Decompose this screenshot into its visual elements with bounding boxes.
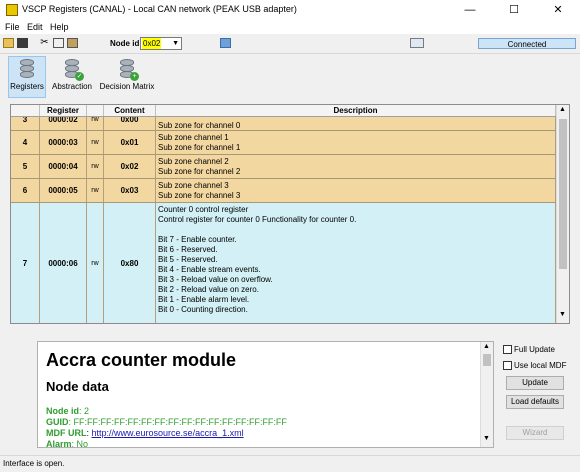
scroll-thumb[interactable] [483,354,491,366]
node-id-line: Node id: 2 [46,406,89,416]
update-button[interactable]: Update [506,376,564,390]
connection-status: Connected [478,38,576,49]
module-title: Accra counter module [46,350,237,370]
decision-matrix-view-button[interactable]: + Decision Matrix [98,58,156,91]
menu-file[interactable]: File [5,22,20,32]
node-id-value: 0x02 [142,38,162,49]
row-index: 6 [11,179,40,202]
row-index: 5 [11,155,40,178]
scroll-up-icon[interactable]: ▲ [483,343,490,350]
row-access: rw [87,179,104,202]
row-content[interactable]: 0x80 [104,203,156,323]
guid-val: : FF:FF:FF:FF:FF:FF:FF:FF:FF:FF:FF:FF:FF… [68,417,287,427]
node-data-heading: Node data [46,379,109,394]
abstraction-view-button[interactable]: ✓ Abstraction [50,58,94,91]
row-description: Sub zone channel 1 Sub zone for channel … [156,131,556,154]
node-id-key: Node id [46,406,79,416]
guid-key: GUID [46,417,69,427]
registers-view-button[interactable]: Registers [10,58,44,91]
row-content[interactable]: 0x02 [104,155,156,178]
app-icon [6,4,18,16]
alarm-key: Alarm [46,439,72,448]
alarm-line: Alarm: No [46,439,89,448]
row-register: 0000:05 [40,179,87,202]
table-row[interactable]: 6 0000:05 rw 0x03 Sub zone channel 3 Sub… [11,179,556,203]
table-scrollbar[interactable]: ▲ ▼ [556,105,569,323]
cut-icon[interactable]: ✂ [39,38,50,48]
load-defaults-button[interactable]: Load defaults [506,395,564,409]
info-panel: Accra counter module Node data Node id: … [37,341,494,448]
row-access: rw [87,203,104,323]
scroll-down-icon[interactable]: ▼ [483,435,490,442]
register-table: Register Content Description 3 0000:02 r… [10,104,570,324]
table-row[interactable]: 7 0000:06 rw 0x80 Counter 0 control regi… [11,203,556,323]
mdf-link[interactable]: http://www.eurosource.se/accra_1.xml [92,428,244,438]
row-access: rw [87,155,104,178]
node-id-val: : 2 [79,406,90,416]
row-register: 0000:04 [40,155,87,178]
row-description: Sub zone channel 2 Sub zone for channel … [156,155,556,178]
row-description: Sub zone channel 3 Sub zone for channel … [156,179,556,202]
row-index: 7 [11,203,40,323]
use-local-mdf-checkbox[interactable] [503,361,512,370]
row-content[interactable]: 0x01 [104,131,156,154]
close-button[interactable]: ✕ [536,0,580,20]
node-id-select[interactable]: 0x02 ▼ [140,37,182,50]
row-register: 0000:03 [40,131,87,154]
row-register: 0000:06 [40,203,87,323]
full-update-label: Full Update [514,345,555,354]
menu-edit[interactable]: Edit [27,22,43,32]
mdf-line: MDF URL: http://www.eurosource.se/accra_… [46,428,244,438]
abstraction-icon: ✓ [62,58,84,81]
open-icon[interactable] [3,38,14,48]
row-access: rw [87,131,104,154]
search-icon[interactable] [410,38,424,48]
row-index: 4 [11,131,40,154]
maximize-button[interactable]: ☐ [492,0,536,20]
row-content[interactable]: 0x03 [104,179,156,202]
use-local-mdf-label: Use local MDF [514,361,567,370]
paste-icon[interactable] [67,38,78,48]
decision-matrix-label: Decision Matrix [99,82,155,91]
print-icon[interactable] [220,38,231,48]
wizard-button[interactable]: Wizard [506,426,564,440]
chevron-down-icon: ▼ [172,40,179,47]
save-icon[interactable] [17,38,28,48]
scroll-down-icon[interactable]: ▼ [559,311,566,318]
header-overlay: Register Content Description [11,105,556,117]
info-scrollbar[interactable]: ▲ ▼ [480,342,493,447]
check-badge-icon: ✓ [75,72,84,81]
registers-icon [17,58,37,80]
menu-bar [0,20,580,34]
copy-icon[interactable] [53,38,64,48]
registers-label: Registers [10,82,44,91]
menu-help[interactable]: Help [50,22,69,32]
plus-badge-icon: + [130,72,139,81]
abstraction-label: Abstraction [51,82,93,91]
status-text: Interface is open. [3,459,65,468]
row-description: Counter 0 control register Control regis… [156,203,556,323]
table-row[interactable]: 4 0000:03 rw 0x01 Sub zone channel 1 Sub… [11,131,556,155]
status-bar [0,455,580,472]
minimize-button[interactable]: — [448,0,492,20]
full-update-checkbox[interactable] [503,345,512,354]
scroll-thumb[interactable] [559,119,567,269]
window-title: VSCP Registers (CANAL) - Local CAN netwo… [22,4,297,14]
decision-matrix-icon: + [117,58,139,81]
node-id-label: Node id: [110,39,142,48]
scroll-up-icon[interactable]: ▲ [559,106,566,113]
guid-line: GUID: FF:FF:FF:FF:FF:FF:FF:FF:FF:FF:FF:F… [46,417,287,427]
mdf-key: MDF URL [46,428,87,438]
alarm-val: : No [71,439,89,448]
table-row[interactable]: 5 0000:04 rw 0x02 Sub zone channel 2 Sub… [11,155,556,179]
